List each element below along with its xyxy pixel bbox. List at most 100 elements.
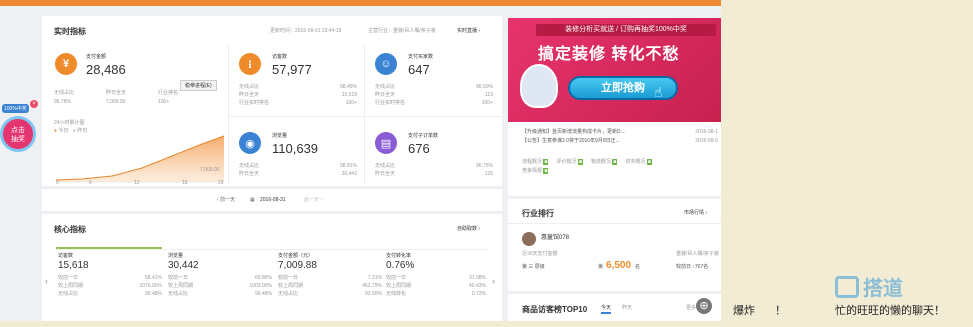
stat-value: 96.60% — [476, 84, 493, 90]
r1-label: 较前一日 — [278, 275, 299, 281]
buyers-stats: 无线占比 96.60% 昨日全天 119 行业实时排名 100+ — [375, 83, 493, 107]
stat-label: 昨日全天 — [239, 92, 260, 98]
r2-value: 452.79% — [362, 283, 382, 289]
orders-label: 支付子订单数 — [408, 133, 439, 139]
hand-cursor-icon: ☝ — [654, 84, 663, 100]
realtime-card: 实时指标 更新时间：2016-09-01 23:44:15 主营行业：重装/吊人… — [42, 16, 502, 186]
pay-rank-value: 100+ — [158, 99, 170, 105]
buyers-label: 支付买家数 — [408, 54, 434, 60]
lottery-circle: 点击 抽奖 — [0, 116, 36, 152]
user-icon: ☺ — [375, 53, 397, 75]
realtime-title: 实时指标 — [54, 27, 86, 36]
stat-label: 昨日全天 — [375, 171, 396, 177]
ranking-title: 行业排行 — [522, 209, 554, 218]
zoom-icon[interactable]: ⊕ — [696, 298, 712, 314]
orders-stats: 无线占比 96.75% 昨日全天 125 — [375, 162, 493, 178]
chart-tick-18: 18 — [182, 180, 188, 186]
pageviews-stats: 无线占比 98.81% 昨日全天 30,442 — [239, 162, 357, 178]
ranking-user: 惠童馆078 — [541, 235, 570, 241]
r1-value: 58.41% — [145, 275, 162, 281]
r1-value: 31.08% — [469, 275, 486, 281]
cumulative-area-chart — [55, 135, 225, 183]
yuan-icon: ¥ — [55, 53, 77, 75]
live-link[interactable]: 实时直播 › — [457, 27, 480, 34]
core-col-visitors[interactable]: 访客数 15,618 较前一日 58.41% 较上周同期 1076.00% 无线占比… — [58, 252, 162, 298]
notice-2[interactable]: 【公告】生意参谋2.0将于2016年9月8日正... 2016-09-0 — [522, 137, 718, 145]
stat-value: 100+ — [345, 100, 357, 106]
left-arrow-icon[interactable]: ‹ — [45, 276, 48, 286]
watermark-text: 搭道 — [863, 278, 903, 300]
core-col-conversion[interactable]: 支付转化率 0.76% 较前一日 31.08% 较上周同期 40.43% 无线转化 0… — [386, 252, 486, 298]
r2-value: 40.43% — [469, 283, 486, 289]
stat-value: 96.75% — [476, 163, 493, 169]
ranking-compare: 较前日 ↑707名 — [676, 264, 709, 270]
calendar-icon: ▦ — [250, 197, 255, 203]
pay-yesterday-value: 7,009.00 — [106, 99, 126, 105]
tab-yesterday[interactable]: 昨天 — [622, 304, 632, 312]
buyers-value: 647 — [408, 62, 430, 77]
stat-label: 昨日全天 — [239, 171, 260, 177]
top10-card: 商品访客榜TOP10 今天 昨天 更多 › — [508, 294, 721, 321]
visitors-stats: 无线占比 98.45% 昨日全天 15,618 行业实时排名 100+ — [239, 83, 357, 107]
tab-today[interactable]: 今天 — [601, 304, 612, 314]
core-value: 30,442 — [168, 260, 199, 271]
pay-wireless-label: 无线占比 — [54, 90, 75, 96]
notice-text: 【升级通知】首页新增流量构成卡片，更新D... — [522, 129, 625, 135]
core-more-link[interactable]: 自助取数 › — [457, 225, 480, 232]
stat-label: 无线占比 — [375, 163, 396, 169]
tag-item[interactable]: 竞争情报 ■ — [522, 168, 549, 174]
chart-tick-0: 0 — [56, 180, 59, 186]
lottery-badge: 100%中奖 — [2, 104, 29, 113]
next-day-link[interactable]: 后一天 › — [304, 196, 322, 204]
lottery-close-icon[interactable]: × — [30, 100, 38, 108]
pay-rank-label: 行业排名 — [158, 90, 179, 96]
core-label: 浏览量 — [168, 253, 184, 259]
prev-day-link[interactable]: ‹ 前一天 — [217, 196, 235, 204]
date-value[interactable]: 2016-08-31 — [260, 196, 286, 204]
pay-yesterday-label: 昨日全天 — [106, 90, 127, 96]
divider-v1 — [228, 44, 229, 184]
divider-h — [228, 116, 502, 117]
lottery-float-button[interactable]: 100%中奖 × 点击 抽奖 — [0, 100, 40, 156]
stat-label: 行业实时排名 — [239, 100, 270, 106]
r3-value: 99.48% — [145, 291, 162, 297]
r3-value: 99.48% — [255, 291, 272, 297]
core-label: 支付金额（元） — [278, 253, 314, 259]
tag-item[interactable]: 财务概况 ■ — [625, 158, 652, 166]
industry-ranking-card: 行业排行 市场行情 › 惠童馆078 近30天支付金额 第 三 层级 第 6,5… — [508, 199, 721, 291]
tag-item[interactable]: 流程概况 ■ — [522, 158, 549, 166]
stat-label: 无线占比 — [375, 84, 396, 90]
updated-time: 更新时间：2016-09-01 23:44:15 — [270, 28, 342, 34]
orders-value: 676 — [408, 141, 430, 156]
date-nav-bar: ‹ 前一天 ▦ 2016-08-31 后一天 › — [42, 189, 502, 211]
r3-label: 无线转化 — [386, 291, 407, 297]
banner-top-strip: 装修分析买就送 / 订购再抽奖100%中奖 — [536, 24, 716, 36]
ranking-amount: 6,500 — [606, 260, 632, 271]
tag-item[interactable]: 物流概况 ■ — [591, 158, 618, 166]
notice-text: 【公告】生意参谋2.0将于2016年9月8日正... — [522, 138, 620, 144]
core-label: 支付转化率 — [386, 253, 412, 259]
right-arrow-icon[interactable]: › — [492, 276, 495, 286]
tag-row-2: 竞争情报 ■ — [522, 167, 549, 175]
stat-value: 100+ — [481, 100, 493, 106]
promo-banner[interactable]: 装修分析买就送 / 订购再抽奖100%中奖 搞定装修 转化不愁 立即抢购 ☝ — [508, 18, 721, 122]
eye-icon: ◉ — [239, 132, 261, 154]
tag-item[interactable]: 评价概况 ■ — [556, 158, 583, 166]
industry-label: 主营行业：重装/吊人偶/亲子装 — [368, 28, 436, 34]
core-label: 访客数 — [58, 253, 74, 259]
lottery-line1: 点击 — [11, 127, 25, 134]
core-metrics-card: 核心指标 自助取数 › ‹ › 访客数 15,618 较前一日 58.41% 较上… — [42, 214, 502, 321]
pay-wireless-value: 96.78% — [54, 99, 71, 105]
notice-date: 2016-09-0 — [695, 138, 718, 144]
core-col-pageviews[interactable]: 浏览量 30,442 较前一日 60.86% 较上周同期 1003.00% 无线占比… — [168, 252, 272, 298]
ranking-more-link[interactable]: 市场行情 › — [684, 209, 707, 216]
notice-1[interactable]: 【升级通知】首页新增流量构成卡片，更新D... 2016-08-1 — [522, 128, 718, 136]
watermark-mark-icon — [835, 275, 859, 298]
r2-label: 较上周同期 — [386, 283, 412, 289]
r2-label: 较上周同期 — [168, 283, 194, 289]
chart-tick-6: 6 — [89, 180, 92, 186]
visitors-value: 57,977 — [272, 62, 312, 77]
core-col-pay-amount[interactable]: 支付金额（元） 7,009.88 较前一日 7.31% 较上周同期 452.79% … — [278, 252, 382, 298]
core-value: 15,618 — [58, 260, 89, 271]
stat-value: 98.45% — [340, 84, 357, 90]
